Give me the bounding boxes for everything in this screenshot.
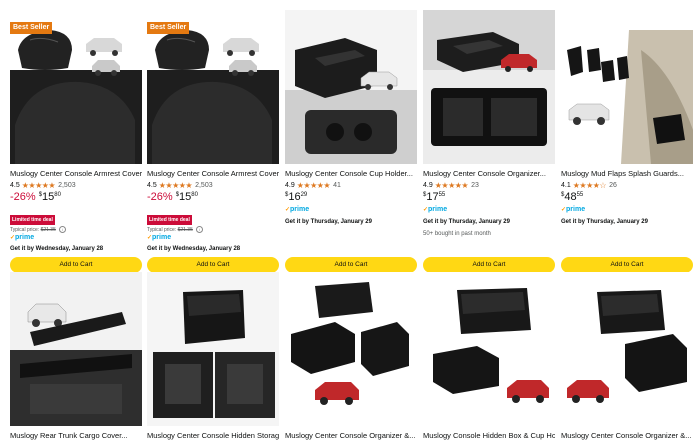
limited-deal-badge: Limited time deal [10,215,55,225]
delivery-date: Get it by Thursday, January 29 [423,219,510,225]
typical-price-label: Typical price: [10,227,40,233]
product-card[interactable]: Best Seller Muslogy Center Console Armre… [147,10,279,275]
price-fraction: 80 [54,192,61,198]
product-card[interactable]: Muslogy Mud Flaps Splash Guards... 4.1 ★… [561,10,693,275]
best-seller-badge: Best Seller [147,22,190,34]
product-title[interactable]: Muslogy Center Console Armrest Cover... [10,169,142,179]
price[interactable]: -26% $ 15 80 [10,191,61,203]
best-seller-badge: Best Seller [10,22,53,34]
price-whole: 15 [42,191,55,203]
delivery-date: Get it by Thursday, January 29 [561,219,648,225]
price-whole: 48 [564,191,577,203]
star-rating-icon: ★★★★★ [158,181,193,190]
product-card[interactable]: Best Seller Muslogy Center Console Armre… [10,10,142,275]
prime-logo: ✓prime [423,206,448,213]
review-count[interactable]: 2,503 [58,181,76,191]
product-title[interactable]: Muslogy Rear Trunk Cargo Cover... [10,431,142,441]
rating-value: 4.9 [285,182,295,189]
product-image[interactable] [147,272,279,426]
review-count[interactable]: 26 [609,181,617,191]
product-title[interactable]: Muslogy Center Console Cup Holder... [285,169,417,179]
typical-price-label: Typical price: [147,227,177,233]
add-to-cart-button[interactable]: Add to Cart [561,257,693,273]
discount-percent: -26% [147,191,173,203]
rating-value: 4.9 [423,182,433,189]
add-to-cart-button[interactable]: Add to Cart [423,257,555,273]
star-rating-icon: ★★★★☆ [572,181,607,190]
product-title[interactable]: Muslogy Console Hidden Box & Cup Holder.… [423,431,555,441]
price[interactable]: $ 17 55 [423,191,445,203]
review-count[interactable]: 2,503 [195,181,213,191]
rating-row[interactable]: 4.9 ★★★★★ 41 [285,181,341,191]
price-currency: $ [38,192,43,198]
price-fraction: 80 [191,192,198,198]
prime-logo: ✓prime [561,206,586,213]
rating-value: 4.5 [147,182,157,189]
product-title[interactable]: Muslogy Center Console Organizer... [423,169,555,179]
price-whole: 17 [426,191,439,203]
delivery-date: Get it by Wednesday, January 28 [147,246,241,252]
prime-logo: ✓prime [10,234,35,241]
product-image[interactable] [285,10,417,164]
typical-price: Typical price: $21.35 i [147,226,204,233]
rating-row[interactable]: 4.1 ★★★★☆ 26 [561,181,617,191]
price-currency: $ [285,192,289,198]
product-card[interactable]: Muslogy Center Console Organizer... 4.9 … [423,10,555,275]
review-count[interactable]: 23 [471,181,479,191]
product-card[interactable]: Muslogy Center Console Hidden Storage... [147,272,279,443]
product-image[interactable] [10,272,142,426]
delivery-date: Get it by Wednesday, January 28 [10,246,104,252]
info-icon[interactable]: i [59,226,67,233]
price-whole: 16 [288,191,301,203]
product-title[interactable]: Muslogy Center Console Organizer &... [561,431,693,441]
product-card[interactable]: Muslogy Center Console Organizer &... [285,272,417,443]
product-title[interactable]: Muslogy Center Console Hidden Storage... [147,431,279,441]
product-image[interactable] [285,272,417,426]
price[interactable]: $ 16 29 [285,191,307,203]
product-image[interactable] [423,10,555,164]
product-grid: Best Seller Muslogy Center Console Armre… [0,0,700,443]
price-fraction: 29 [300,192,308,198]
rating-row[interactable]: 4.5 ★★★★★ 2,503 [147,181,213,191]
price-fraction: 55 [438,192,446,198]
product-image[interactable] [561,272,693,426]
discount-percent: -26% [10,191,36,203]
rating-row[interactable]: 4.5 ★★★★★ 2,503 [10,181,76,191]
product-card[interactable]: Muslogy Center Console Organizer &... [561,272,693,443]
prime-logo: ✓prime [147,234,172,241]
rating-row[interactable]: 4.9 ★★★★★ 23 [423,181,479,191]
info-icon[interactable]: i [196,226,204,233]
delivery-date: Get it by Thursday, January 29 [285,219,372,225]
product-card[interactable]: Muslogy Rear Trunk Cargo Cover... [10,272,142,443]
product-card[interactable]: Muslogy Center Console Cup Holder... 4.9… [285,10,417,275]
review-count[interactable]: 41 [333,181,341,191]
rating-value: 4.5 [10,182,20,189]
rating-value: 4.1 [561,182,571,189]
typical-price-value: $21.35 [177,227,193,233]
price-currency: $ [423,192,427,198]
typical-price: Typical price: $21.35 i [10,226,67,233]
bought-count: 50+ bought in past month [423,231,491,237]
add-to-cart-button[interactable]: Add to Cart [10,257,142,273]
product-title[interactable]: Muslogy Mud Flaps Splash Guards... [561,169,693,179]
star-rating-icon: ★★★★★ [21,181,56,190]
product-image[interactable] [561,10,693,164]
price-fraction: 55 [576,192,584,198]
star-rating-icon: ★★★★★ [296,181,331,190]
add-to-cart-button[interactable]: Add to Cart [285,257,417,273]
product-image[interactable] [423,272,555,426]
typical-price-value: $21.35 [40,227,56,233]
price[interactable]: -26% $ 15 80 [147,191,198,203]
price-whole: 15 [179,191,192,203]
star-rating-icon: ★★★★★ [434,181,469,190]
prime-logo: ✓prime [285,206,310,213]
product-title[interactable]: Muslogy Center Console Organizer &... [285,431,417,441]
price-currency: $ [175,192,180,198]
price[interactable]: $ 48 55 [561,191,583,203]
add-to-cart-button[interactable]: Add to Cart [147,257,279,273]
product-card[interactable]: Muslogy Console Hidden Box & Cup Holder.… [423,272,555,443]
product-title[interactable]: Muslogy Center Console Armrest Cover... [147,169,279,179]
limited-deal-badge: Limited time deal [147,215,192,225]
price-currency: $ [561,192,565,198]
